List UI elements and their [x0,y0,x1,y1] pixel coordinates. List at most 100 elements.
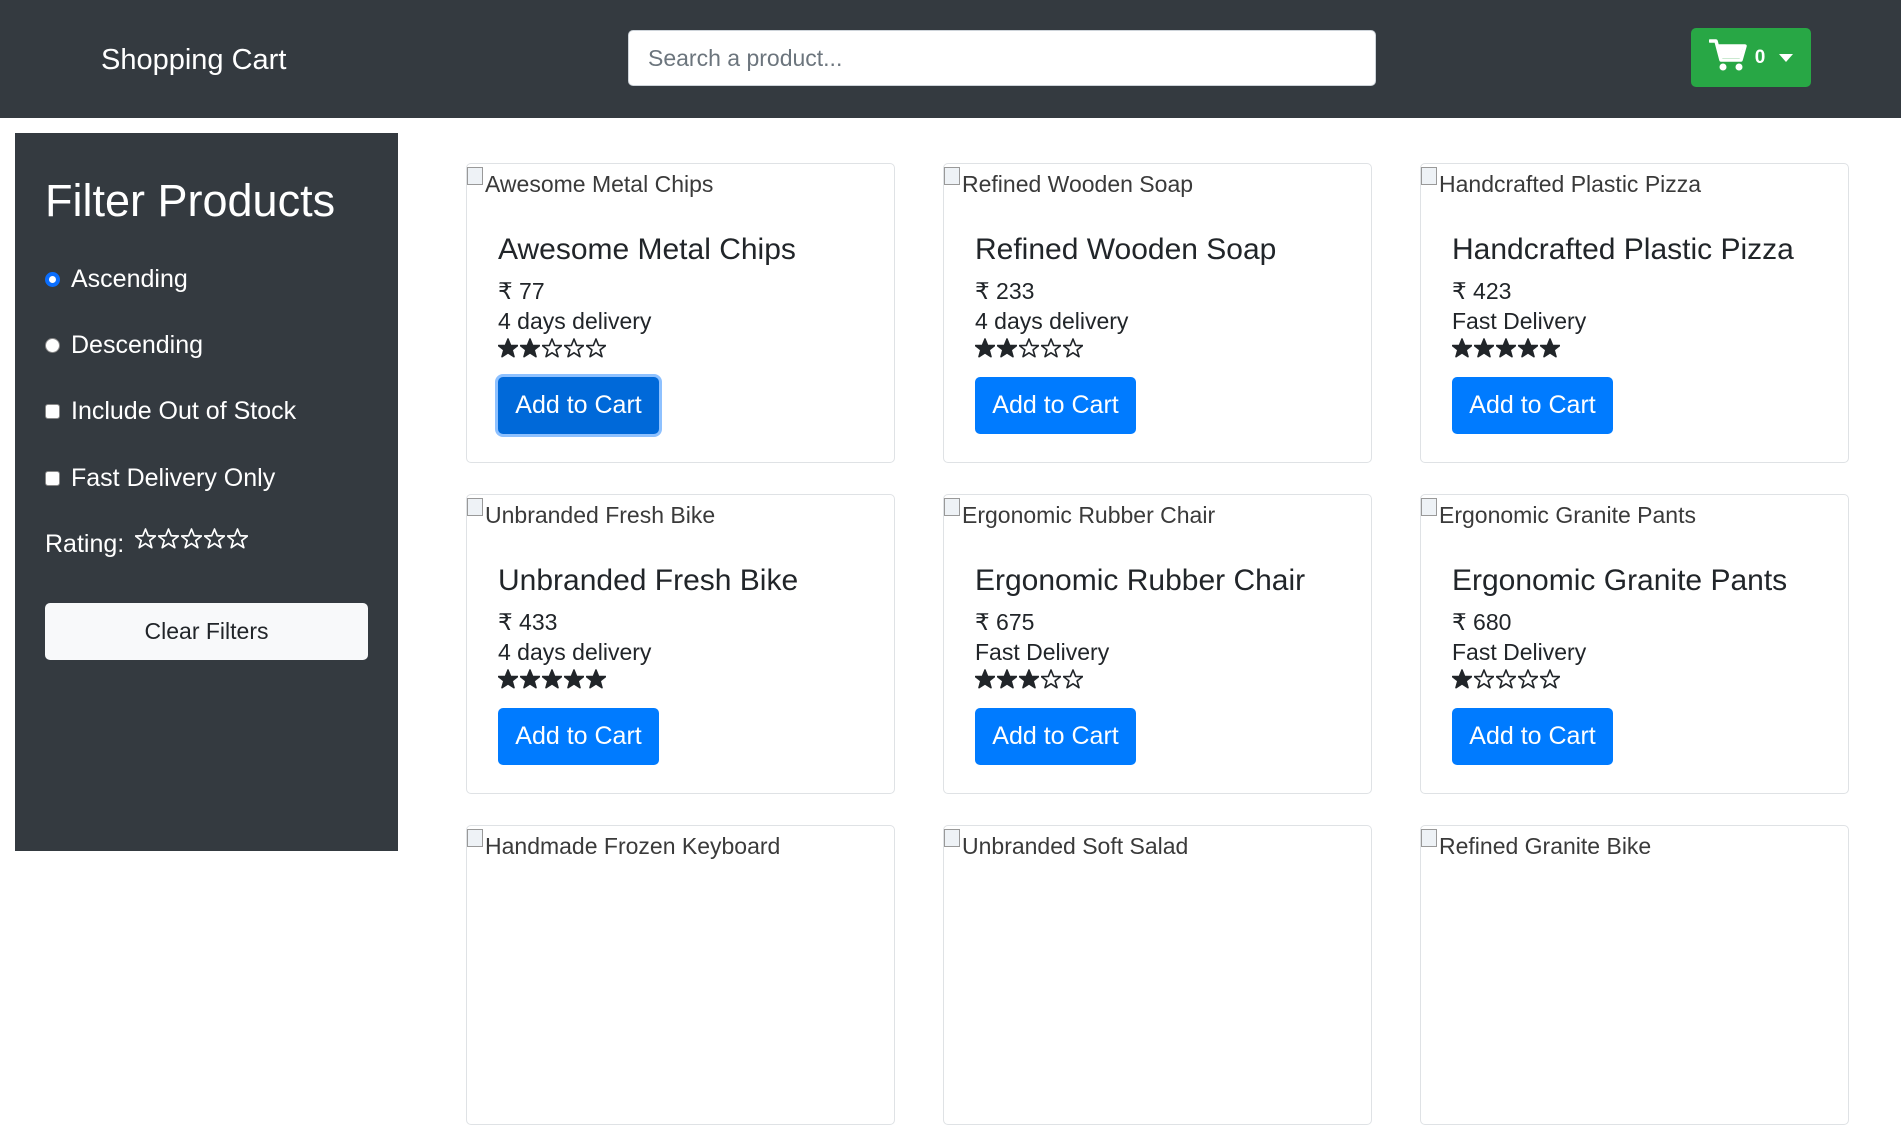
product-image: Handmade Frozen Keyboard [467,826,780,866]
cart-dropdown-button[interactable]: 0 [1691,28,1811,87]
star-filled-icon [586,669,606,689]
product-image-alt: Refined Wooden Soap [962,171,1194,197]
product-card: Awesome Metal Chips Awesome Metal Chips … [466,163,895,463]
fast-delivery-only-label: Fast Delivery Only [71,464,276,492]
filter-sidebar: Filter Products Ascending Descending Inc… [15,133,398,851]
star-outline-icon[interactable] [204,528,225,549]
star-filled-icon [1540,338,1560,358]
product-card: Unbranded Soft Salad [943,825,1372,1125]
add-to-cart-button[interactable]: Add to Cart [975,708,1136,765]
star-filled-icon [542,669,562,689]
product-delivery: Fast Delivery [1452,639,1587,665]
star-outline-icon [564,338,584,358]
product-card: Ergonomic Granite Pants Ergonomic Granit… [1420,494,1849,794]
descending-radio[interactable] [45,337,60,353]
sort-ascending-option[interactable]: Ascending [45,263,188,295]
product-rating [1452,338,1560,358]
product-image-alt: Ergonomic Granite Pants [1439,502,1696,528]
product-image: Unbranded Fresh Bike [467,495,715,535]
star-outline-icon[interactable] [135,528,156,549]
star-outline-icon[interactable] [181,528,202,549]
product-delivery: 4 days delivery [498,639,652,665]
product-card: Handcrafted Plastic Pizza Handcrafted Pl… [1420,163,1849,463]
broken-image-icon [467,829,483,847]
sort-descending-option[interactable]: Descending [45,329,203,361]
star-outline-icon [1041,669,1061,689]
product-price: ₹ 423 [1452,278,1512,304]
product-card: Refined Wooden Soap Refined Wooden Soap … [943,163,1372,463]
product-image-alt: Unbranded Soft Salad [962,833,1189,859]
product-image-alt: Awesome Metal Chips [485,171,714,197]
star-outline-icon [1496,669,1516,689]
product-delivery: 4 days delivery [975,308,1129,334]
navbar: Shopping Cart 0 [0,0,1901,118]
product-image: Unbranded Soft Salad [944,826,1188,866]
product-delivery: 4 days delivery [498,308,652,334]
shopping-cart-icon [1707,38,1747,77]
star-outline-icon [1063,669,1083,689]
star-outline-icon[interactable] [158,528,179,549]
star-outline-icon[interactable] [227,528,248,549]
clear-filters-button[interactable]: Clear Filters [45,603,368,660]
product-image-alt: Ergonomic Rubber Chair [962,502,1216,528]
star-outline-icon [1540,669,1560,689]
product-title: Awesome Metal Chips [498,233,796,266]
search-input[interactable] [628,30,1376,86]
star-outline-icon [1474,669,1494,689]
star-outline-icon [1063,338,1083,358]
fast-delivery-only-option[interactable]: Fast Delivery Only [45,462,275,494]
product-title: Handcrafted Plastic Pizza [1452,233,1794,266]
star-outline-icon [542,338,562,358]
include-out-of-stock-checkbox[interactable] [45,403,60,419]
product-card: Ergonomic Rubber Chair Ergonomic Rubber … [943,494,1372,794]
product-card: Unbranded Fresh Bike Unbranded Fresh Bik… [466,494,895,794]
star-filled-icon [564,669,584,689]
product-image: Refined Wooden Soap [944,164,1193,204]
product-delivery: Fast Delivery [1452,308,1587,334]
product-rating [975,669,1083,689]
include-out-of-stock-label: Include Out of Stock [71,397,297,425]
star-outline-icon [1019,338,1039,358]
brand-title[interactable]: Shopping Cart [101,40,286,80]
add-to-cart-button[interactable]: Add to Cart [1452,708,1613,765]
star-outline-icon [1041,338,1061,358]
product-image: Ergonomic Rubber Chair [944,495,1215,535]
add-to-cart-button[interactable]: Add to Cart [498,708,659,765]
star-filled-icon [997,338,1017,358]
product-card: Handmade Frozen Keyboard [466,825,895,1125]
product-image: Refined Granite Bike [1421,826,1651,866]
product-delivery: Fast Delivery [975,639,1110,665]
star-filled-icon [1452,669,1472,689]
star-filled-icon [498,338,518,358]
star-filled-icon [520,669,540,689]
product-price: ₹ 433 [498,609,558,635]
product-rating [498,669,606,689]
star-filled-icon [975,669,995,689]
star-filled-icon [975,338,995,358]
fast-delivery-only-checkbox[interactable] [45,470,60,486]
broken-image-icon [1421,167,1437,185]
add-to-cart-button[interactable]: Add to Cart [1452,377,1613,434]
product-card: Refined Granite Bike [1420,825,1849,1125]
ascending-label: Ascending [71,265,188,293]
add-to-cart-button[interactable]: Add to Cart [498,377,659,434]
rating-label: Rating: [45,530,125,558]
product-image: Ergonomic Granite Pants [1421,495,1696,535]
product-rating [498,338,606,358]
descending-label: Descending [71,331,204,359]
rating-filter-stars[interactable] [135,528,248,549]
star-filled-icon [1474,338,1494,358]
broken-image-icon [1421,829,1437,847]
product-price: ₹ 675 [975,609,1035,635]
star-filled-icon [1518,338,1538,358]
star-filled-icon [520,338,540,358]
broken-image-icon [1421,498,1437,516]
ascending-radio[interactable] [45,271,60,287]
star-filled-icon [1452,338,1472,358]
add-to-cart-button[interactable]: Add to Cart [975,377,1136,434]
product-title: Refined Wooden Soap [975,233,1277,266]
include-out-of-stock-option[interactable]: Include Out of Stock [45,395,296,427]
filter-title: Filter Products [45,175,336,226]
star-filled-icon [997,669,1017,689]
broken-image-icon [944,167,960,185]
